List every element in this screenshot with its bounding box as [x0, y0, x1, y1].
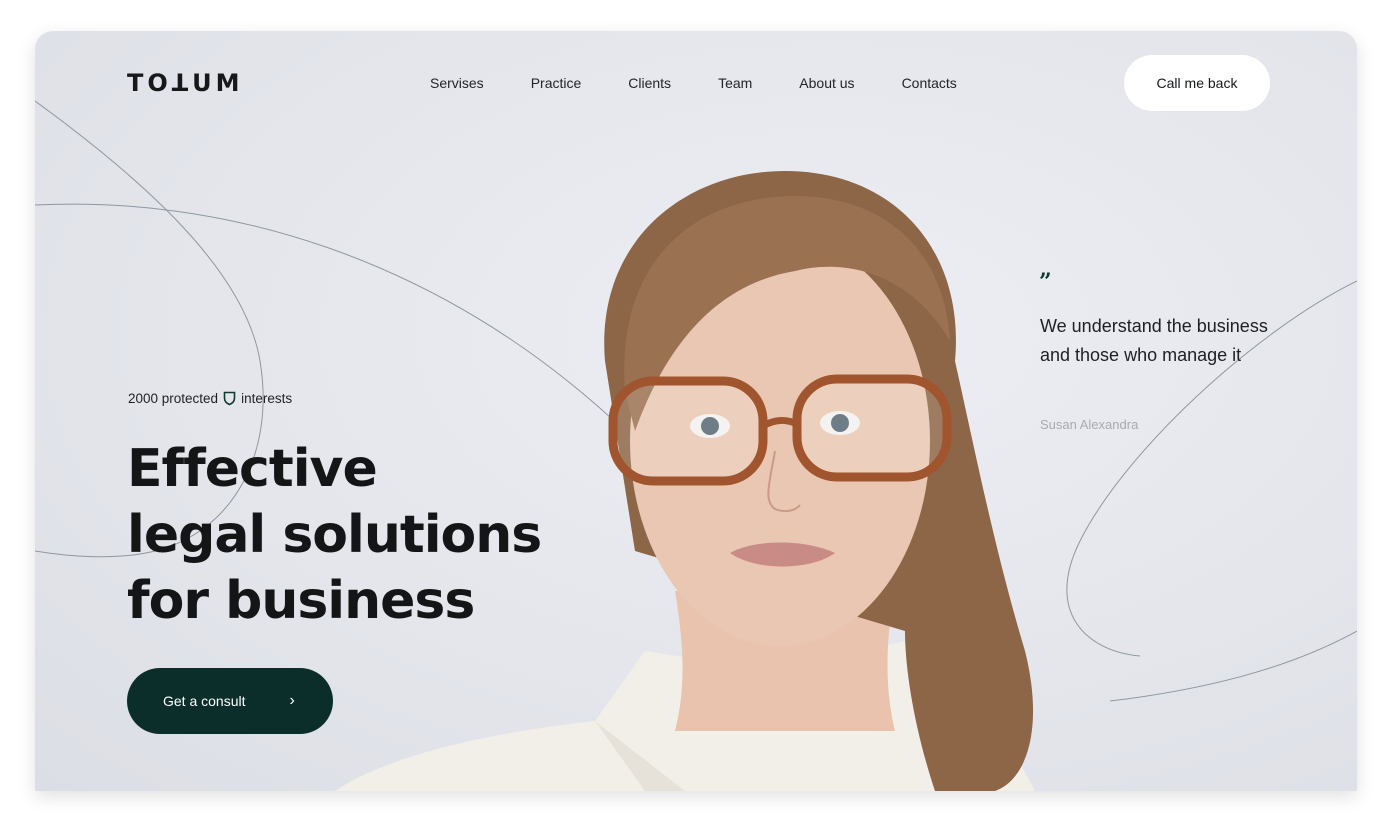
testimonial-quote: We understand the business and those who… — [1040, 316, 1268, 365]
main-nav: Servises Practice Clients Team About us … — [430, 75, 957, 91]
call-me-back-button[interactable]: Call me back — [1124, 55, 1270, 111]
nav-item-contacts[interactable]: Contacts — [902, 75, 957, 91]
hero-section: TOꓕUM Servises Practice Clients Team Abo… — [35, 31, 1357, 791]
nav-item-about-us[interactable]: About us — [799, 75, 854, 91]
chevron-right-icon: › — [289, 692, 295, 709]
shield-icon — [223, 391, 236, 406]
nav-item-team[interactable]: Team — [718, 75, 752, 91]
headline-line-1: Effective — [127, 439, 378, 499]
quote-mark-icon: ” — [1039, 269, 1052, 295]
headline-line-2: legal solutions — [127, 505, 542, 565]
stat-suffix: interests — [241, 391, 293, 406]
nav-item-practice[interactable]: Practice — [531, 75, 582, 91]
brand-logo[interactable]: TOꓕUM — [127, 69, 244, 97]
headline-line-3: for business — [127, 571, 475, 631]
hero-headline: Effective legal solutions for business — [127, 436, 542, 634]
testimonial-author: Susan Alexandra — [1040, 417, 1139, 432]
nav-item-clients[interactable]: Clients — [628, 75, 671, 91]
protected-interests-stat: 2000 protected interests — [128, 391, 292, 406]
nav-item-services[interactable]: Servises — [430, 75, 484, 91]
stat-prefix: 2000 protected — [128, 391, 219, 406]
get-consult-button[interactable]: Get a consult › — [127, 668, 333, 734]
get-consult-label: Get a consult — [163, 693, 246, 709]
